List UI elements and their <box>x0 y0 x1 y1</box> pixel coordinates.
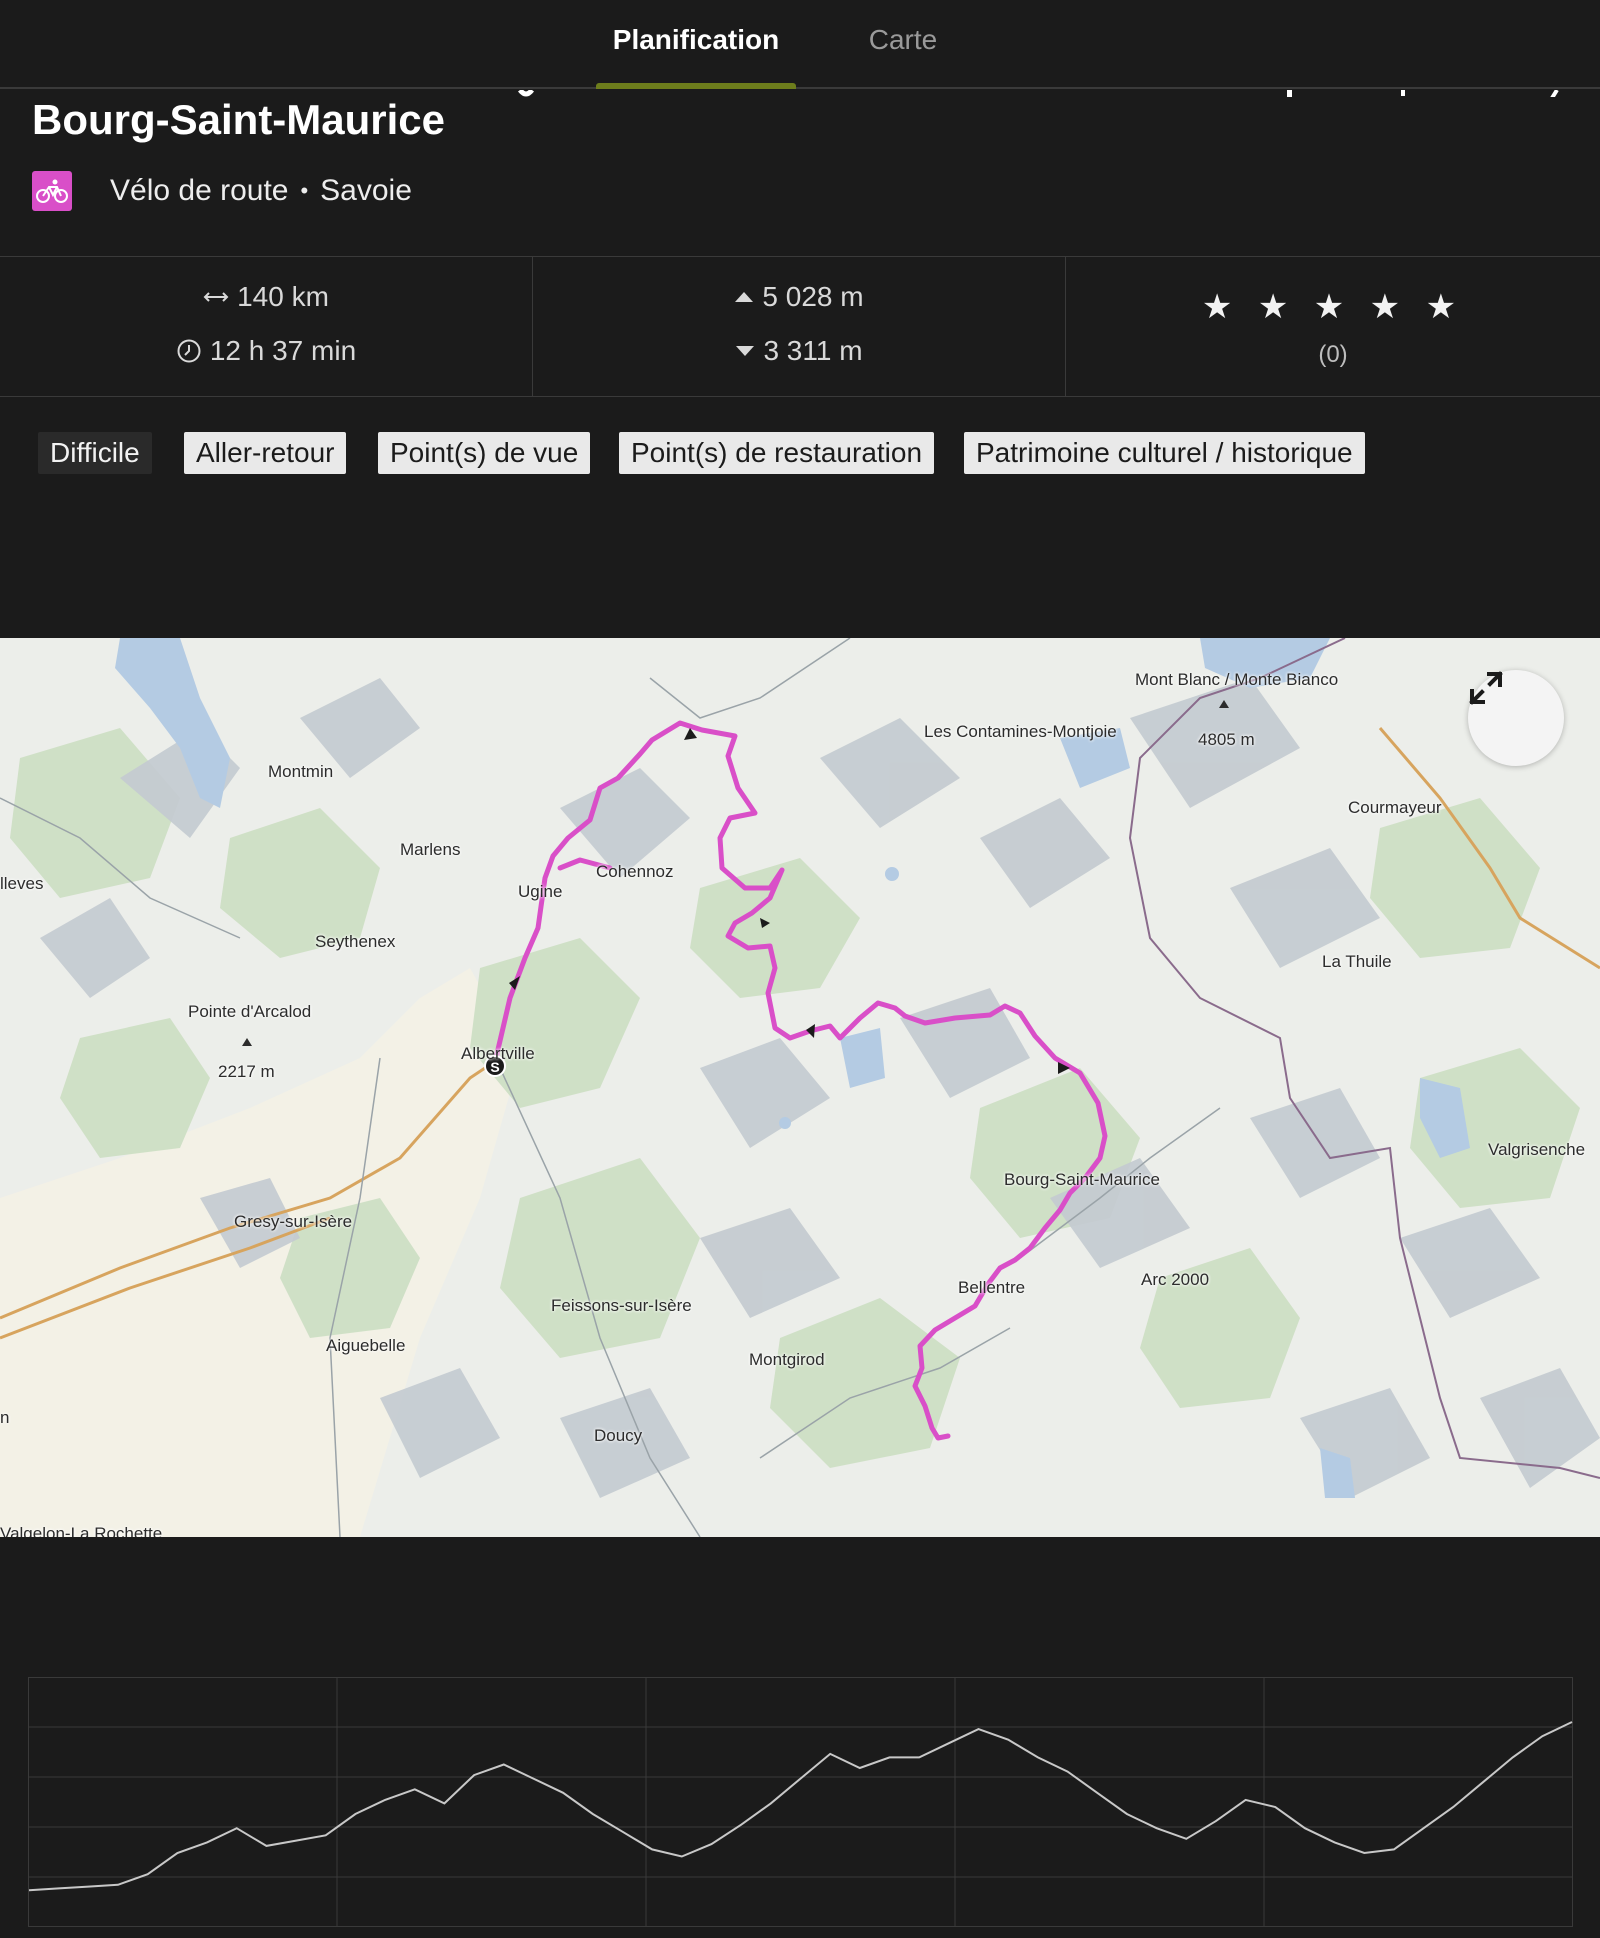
route-title: Bourg-Saint-Maurice <box>32 96 446 143</box>
map-label-bellentre: Bellentre <box>958 1278 1026 1297</box>
map-label-arc-2000: Arc 2000 <box>1141 1270 1210 1289</box>
map-label-mont-blanc-elevation: 4805 m <box>1198 730 1255 749</box>
map-label-valgelon-la-rochette: Valgelon-La Rochette <box>0 1524 163 1537</box>
elevation-grid <box>28 1677 1573 1927</box>
descent-icon <box>735 344 755 358</box>
route-map[interactable]: S Montmin Marlens Ugine Cohennoz Seythen… <box>0 638 1600 1537</box>
clock-icon <box>176 338 202 364</box>
route-meta: Vélo de route • Savoie <box>32 170 412 212</box>
map-label-courmayeur: Courmayeur <box>1348 798 1442 817</box>
separator-dot: • <box>300 178 309 203</box>
rating-stars[interactable]: ★ ★ ★ ★ ★ <box>1066 287 1600 327</box>
elevation-line <box>28 1721 1573 1892</box>
rating-count: (0) <box>1318 341 1348 368</box>
ascent-icon <box>734 290 754 304</box>
distance-icon <box>203 290 229 304</box>
map-label-lleves: lleves <box>0 874 44 893</box>
map-label-cohennoz: Cohennoz <box>596 862 674 881</box>
map-label-pointe-darcalod: Pointe d'Arcalod <box>188 1002 312 1021</box>
tab-planification[interactable]: Planification <box>596 24 796 56</box>
map-label-bourg-saint-maurice: Bourg-Saint-Maurice <box>1004 1170 1160 1189</box>
descent-value: 3 311 m <box>763 335 863 366</box>
map-label-montmin: Montmin <box>268 762 334 781</box>
ascent-descent-block: 5 028 m 3 311 m <box>533 257 1066 396</box>
map-label-edge-fragment: n <box>0 1408 10 1427</box>
tab-carte[interactable]: Carte <box>836 24 970 56</box>
map-label-albertville: Albertville <box>461 1044 535 1063</box>
ascent-value: 5 028 m <box>762 281 864 312</box>
tag-heritage: Patrimoine culturel / historique <box>964 432 1365 474</box>
tag-viewpoints: Point(s) de vue <box>378 432 591 474</box>
tag-round-trip: Aller-retour <box>184 432 347 474</box>
map-label-ugine: Ugine <box>518 882 563 901</box>
map-label-marlens: Marlens <box>400 840 461 859</box>
expand-map-button[interactable] <box>1468 670 1564 766</box>
map-label-aiguebelle: Aiguebelle <box>326 1336 406 1355</box>
route-stats: 140 km 12 h 37 min 5 028 m 3 311 m ★ ★ ★… <box>0 256 1600 397</box>
duration-value: 12 h 37 min <box>209 335 357 366</box>
tag-difficulty: Difficile <box>38 432 152 474</box>
distance-value: 140 km <box>237 281 329 312</box>
tag-restaurants: Point(s) de restauration <box>619 432 935 474</box>
map-label-seythenex: Seythenex <box>315 932 396 951</box>
map-label-montgirod: Montgirod <box>749 1350 825 1369</box>
map-label-les-contamines-montjoie: Les Contamines-Montjoie <box>924 722 1117 741</box>
map-background: S <box>0 638 1600 1537</box>
map-label-feissons-sur-isere: Feissons-sur-Isère <box>551 1296 692 1315</box>
distance-duration-block: 140 km 12 h 37 min <box>0 257 533 396</box>
activity-type: Vélo de route <box>110 174 289 207</box>
road-bike-icon <box>32 171 72 211</box>
map-label-mont-blanc: Mont Blanc / Monte Bianco <box>1135 670 1339 689</box>
rating-block[interactable]: ★ ★ ★ ★ ★ (0) <box>1066 257 1600 396</box>
map-label-arcalod-elevation: 2217 m <box>218 1062 275 1081</box>
region-name: Savoie <box>320 174 412 207</box>
tab-bar: Planification Carte <box>0 0 1600 89</box>
map-label-doucy: Doucy <box>594 1426 643 1445</box>
map-label-gresy-sur-isere: Gresy-sur-Isère <box>234 1212 353 1231</box>
map-label-valgrisenche: Valgrisenche <box>1488 1140 1586 1159</box>
elevation-profile-chart <box>28 1677 1573 1927</box>
map-label-la-thuile: La Thuile <box>1322 952 1392 971</box>
